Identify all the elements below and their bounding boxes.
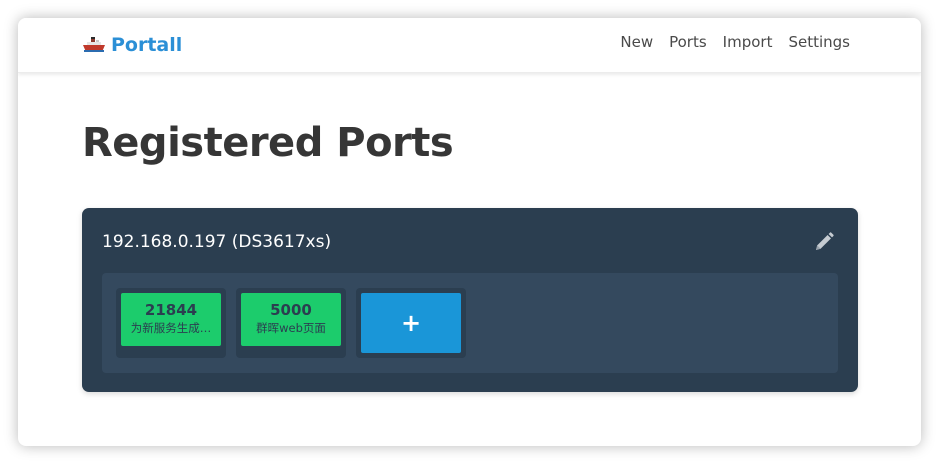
port-button-21844[interactable]: 21844 为新服务生成…	[121, 293, 221, 346]
nav-import[interactable]: Import	[723, 33, 773, 51]
port-description: 为新服务生成…	[130, 321, 212, 335]
nav-new[interactable]: New	[620, 33, 653, 51]
pencil-icon	[816, 232, 834, 250]
edit-host-button[interactable]	[814, 232, 834, 252]
nav-menu: New Ports Import Settings	[620, 33, 850, 51]
page-title: Registered Ports	[82, 120, 454, 166]
add-port-button[interactable]: +	[361, 293, 461, 353]
app-window: Portall New Ports Import Settings Regist…	[18, 18, 921, 446]
brand-name: Portall	[111, 34, 183, 56]
navbar: Portall New Ports Import Settings	[18, 18, 921, 73]
port-tile: 21844 为新服务生成…	[116, 288, 226, 358]
nav-ports[interactable]: Ports	[669, 33, 707, 51]
port-number: 5000	[270, 301, 312, 319]
port-number: 21844	[144, 301, 198, 319]
host-card: 192.168.0.197 (DS3617xs) 21844 为新服务生成… 5…	[82, 208, 858, 392]
ship-icon	[83, 37, 105, 52]
brand-link[interactable]: Portall	[82, 32, 182, 58]
port-button-5000[interactable]: 5000 群晖web页面	[241, 293, 341, 346]
add-port-tile: +	[356, 288, 466, 358]
port-description: 群晖web页面	[256, 321, 326, 335]
host-name: 192.168.0.197 (DS3617xs)	[102, 232, 332, 252]
ports-panel: 21844 为新服务生成… 5000 群晖web页面 +	[102, 273, 838, 373]
port-tile: 5000 群晖web页面	[236, 288, 346, 358]
nav-settings[interactable]: Settings	[788, 33, 850, 51]
